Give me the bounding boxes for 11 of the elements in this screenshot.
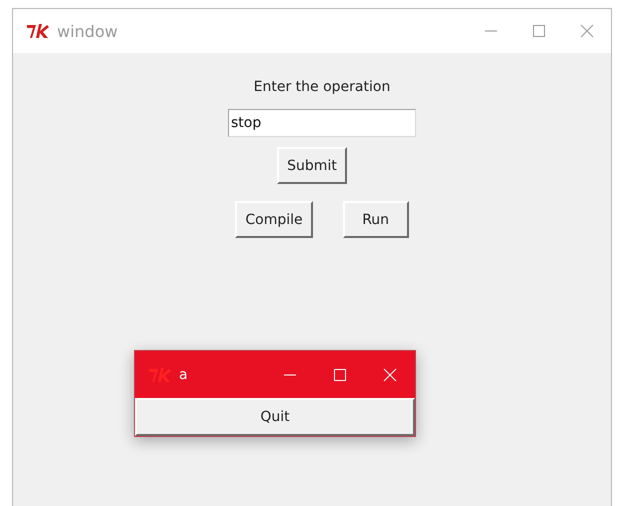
feather-logo-icon [25, 23, 51, 39]
operation-label: Enter the operation [254, 78, 390, 97]
quit-button[interactable]: Quit [135, 398, 415, 436]
maximize-icon[interactable] [532, 24, 546, 38]
window-title: window [57, 22, 119, 40]
action-button[interactable]: Compile [235, 201, 313, 238]
close-icon[interactable] [580, 24, 594, 38]
action-button[interactable]: Run [342, 201, 409, 238]
window-title: a [179, 366, 189, 382]
operation-input[interactable]: stop [228, 109, 416, 137]
submit-button[interactable]: Submit [277, 147, 347, 184]
